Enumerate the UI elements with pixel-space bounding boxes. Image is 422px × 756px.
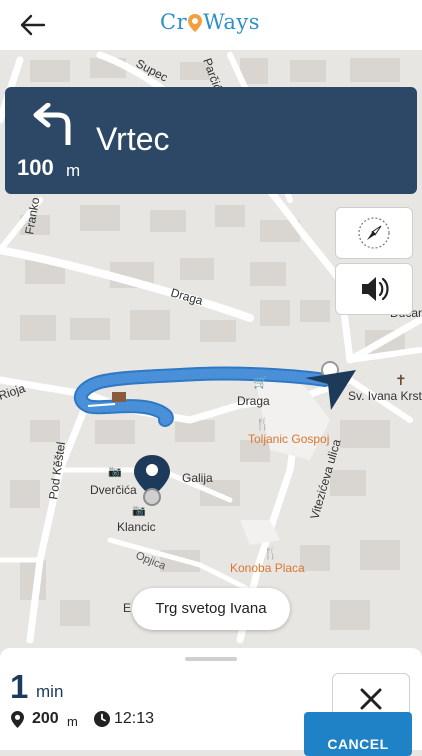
clock-icon: [94, 711, 110, 727]
location-pin-icon: [11, 711, 24, 728]
camera-poi-icon-2: 📷: [132, 505, 146, 517]
turn-left-icon: [33, 103, 71, 145]
turn-distance-value: 100: [17, 155, 54, 180]
mail-poi-icon: [112, 392, 126, 402]
cancel-navigation-button[interactable]: CANCEL: [304, 712, 412, 756]
arrival-time: 12:13: [114, 710, 155, 727]
remaining-distance-unit: m: [67, 714, 78, 729]
place-label: Konoba Placa: [230, 561, 305, 575]
eta-value: 1: [10, 668, 29, 705]
place-label: Draga: [237, 394, 270, 408]
place-label: Toljanic Gospoj: [248, 432, 329, 446]
speaker-icon: [362, 277, 389, 301]
remaining-distance-value: 200: [32, 710, 59, 727]
sheet-drag-handle[interactable]: [185, 657, 237, 661]
place-label: E: [123, 601, 131, 615]
logo-text-left: Cr: [160, 10, 188, 34]
restaurant-poi-icon-2: 🍴: [263, 546, 278, 560]
app-logo: Cr Ways: [160, 10, 260, 34]
place-label: Klancic: [117, 520, 156, 534]
shop-poi-icon: 🛒: [253, 375, 268, 389]
turn-distance-unit: m: [66, 161, 81, 180]
destination-chip[interactable]: Trg svetog Ivana: [132, 588, 290, 630]
street-name: Vrtec: [96, 121, 170, 157]
back-arrow-icon[interactable]: [18, 12, 46, 38]
place-label: Galija: [182, 471, 213, 485]
logo-text-right: Ways: [203, 10, 261, 34]
compass-icon: [358, 217, 390, 249]
sound-toggle-button[interactable]: [335, 263, 413, 315]
place-label: Sv. Ivana Krst: [348, 389, 422, 403]
church-poi-icon: ✝: [395, 372, 407, 388]
restaurant-poi-icon: 🍴: [255, 417, 270, 431]
camera-poi-icon: 📷: [108, 466, 122, 478]
eta-unit: min: [36, 682, 64, 701]
compass-button[interactable]: [335, 207, 413, 259]
place-label: Dverčića: [90, 483, 137, 497]
logo-pin-icon: [188, 14, 203, 32]
